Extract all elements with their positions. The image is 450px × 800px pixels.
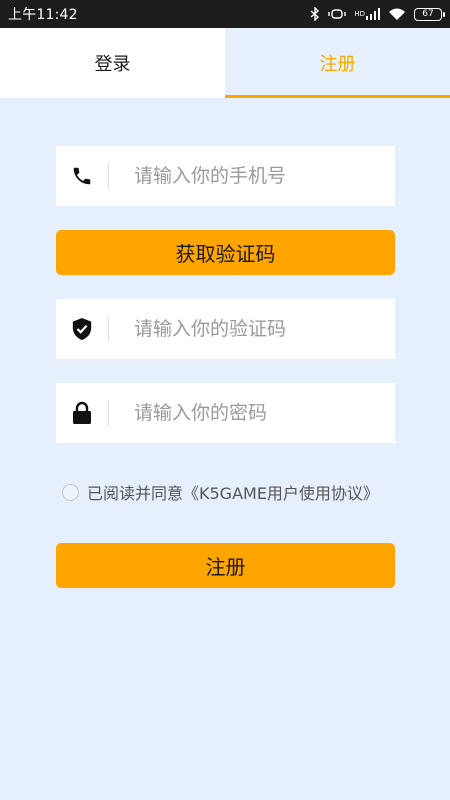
agreement-radio[interactable] [62,483,79,501]
lock-icon [56,383,108,443]
phone-field [56,146,395,206]
tab-login-label: 登录 [94,54,131,75]
status-bar: 上午11:42 HD 67 [0,0,450,28]
shield-check-icon [56,299,108,359]
phone-icon [56,146,108,206]
agreement-text[interactable]: 已阅读并同意《K5GAME用户使用协议》 [87,480,379,504]
phone-input[interactable] [109,146,395,206]
get-code-button[interactable]: 获取验证码 [56,230,395,275]
battery-level: 67 [422,9,434,19]
vibrate-icon [328,8,347,20]
wifi-icon [388,8,406,21]
tab-login[interactable]: 登录 [0,28,225,98]
signal-icon: HD [354,8,380,20]
password-field [56,383,395,443]
code-input[interactable] [109,299,395,359]
tab-register-label: 注册 [319,54,356,75]
register-button[interactable]: 注册 [56,543,395,588]
tab-register[interactable]: 注册 [225,28,450,98]
auth-tabs: 登录 注册 [0,28,450,98]
code-field [56,299,395,359]
status-time: 上午11:42 [8,7,78,23]
signal-label: HD [354,10,365,18]
agreement-row[interactable]: 已阅读并同意《K5GAME用户使用协议》 [62,480,379,504]
bluetooth-icon [310,7,320,21]
status-icons: HD 67 [310,7,445,21]
battery-icon: 67 [414,7,445,21]
password-input[interactable] [109,383,395,443]
